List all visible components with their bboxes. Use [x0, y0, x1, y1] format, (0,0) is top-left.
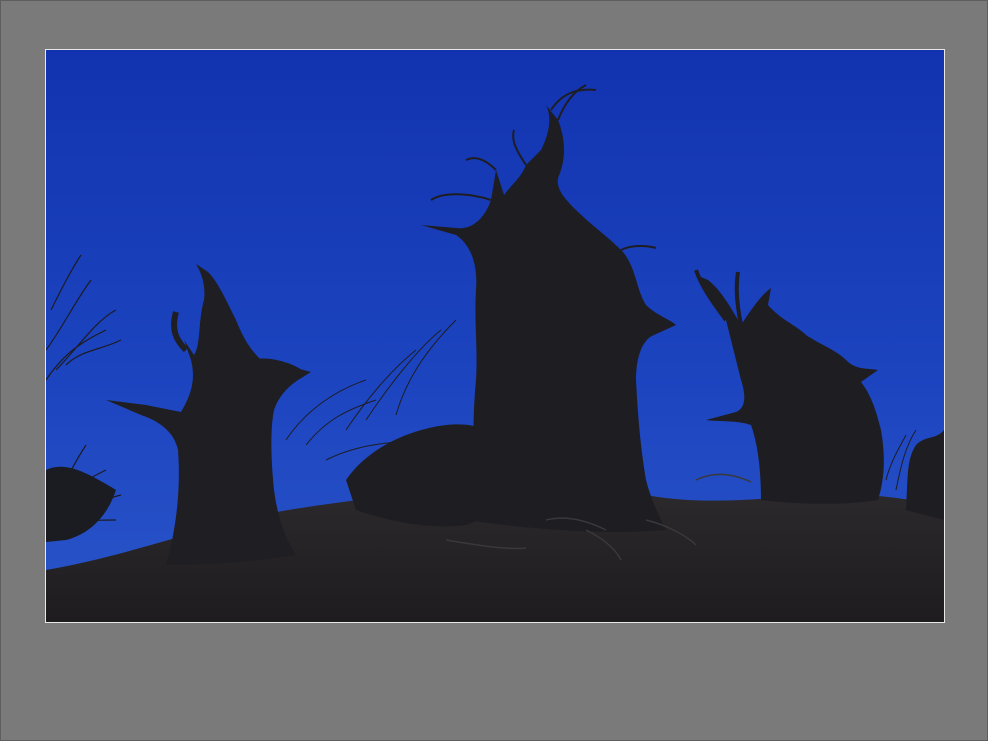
photo-frame: [45, 49, 945, 623]
viewer-background: [0, 0, 988, 741]
photo: [46, 50, 944, 622]
